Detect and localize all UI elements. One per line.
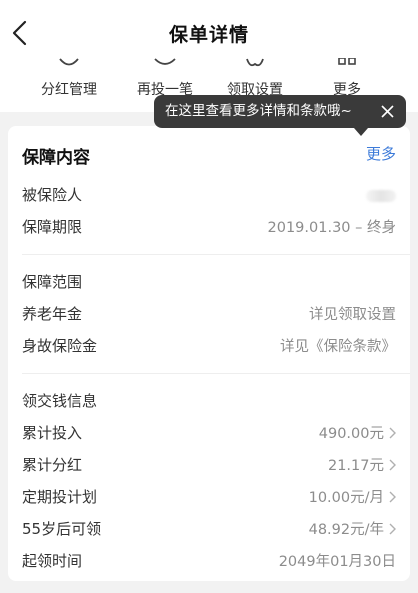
money-row-label: 起领时间 [22,552,83,570]
money-row-value: 21.17元 [327,458,384,474]
tooltip: 在这里查看更多详情和条款哦~ [154,95,406,136]
money-row-value: 490.00元 [318,426,384,442]
page-title: 保单详情 [168,24,249,46]
money-row-label: 累计分红 [22,456,83,474]
divider [22,373,410,374]
dividend-icon [59,58,79,66]
divider [22,254,410,255]
money-row-value: 2049年01月30日 [278,554,396,570]
money-row-regular-plan[interactable]: 定期投计划 10.00元/月 [22,486,396,510]
money-row-value: 10.00元/月 [308,490,384,506]
money-row-total-invested[interactable]: 累计投入 490.00元 [22,422,396,446]
money-row-value: 48.92元/年 [308,522,384,538]
scope-section-title: 保障范围 [22,273,83,291]
scope-row-value: 详见《保险条款》 [280,339,396,355]
scope-row: 养老年金 详见领取设置 [22,303,396,327]
scope-row-value: 详见领取设置 [309,307,396,323]
money-row-start-date: 起领时间 2049年01月30日 [22,550,396,574]
close-icon[interactable] [381,105,394,118]
insured-row: 被保险人 [22,184,396,208]
more-grid-icon [338,58,356,65]
insured-label: 被保险人 [22,186,83,204]
period-label: 保障期限 [22,218,83,236]
coverage-card: 保障内容 更多 被保险人 保障期限 2019.01.30 – 终身 保障范围 养… [8,126,410,581]
card-title: 保障内容 [22,148,90,168]
chevron-right-icon [389,523,396,535]
money-row-label: 定期投计划 [22,488,98,506]
money-row-label: 累计投入 [22,424,83,442]
quick-action-label: 分红管理 [41,82,97,98]
scope-row-label: 身故保险金 [22,337,98,355]
claim-settings-icon [246,58,264,67]
scope-row-label: 养老年金 [22,305,83,323]
chevron-right-icon [389,427,396,439]
nav-bar: 保单详情 [0,0,418,64]
chevron-right-icon [389,459,396,471]
more-link[interactable]: 更多 [366,143,396,164]
money-row-total-dividend[interactable]: 累计分红 21.17元 [22,454,396,478]
quick-action-dividend[interactable]: 分红管理 [17,58,121,112]
tooltip-arrow [354,128,368,136]
scope-row: 身故保险金 详见《保险条款》 [22,335,396,359]
period-value: 2019.01.30 – 终身 [267,220,397,236]
money-section-title: 领交钱信息 [22,392,98,410]
insured-name-redacted [366,190,396,202]
tooltip-text: 在这里查看更多详情和条款哦~ [165,103,352,119]
reinvest-icon [154,58,176,65]
chevron-right-icon [389,491,396,503]
money-row-label: 55岁后可领 [22,520,102,538]
money-row-annuity-after-55[interactable]: 55岁后可领 48.92元/年 [22,518,396,542]
period-row: 保障期限 2019.01.30 – 终身 [22,216,396,240]
